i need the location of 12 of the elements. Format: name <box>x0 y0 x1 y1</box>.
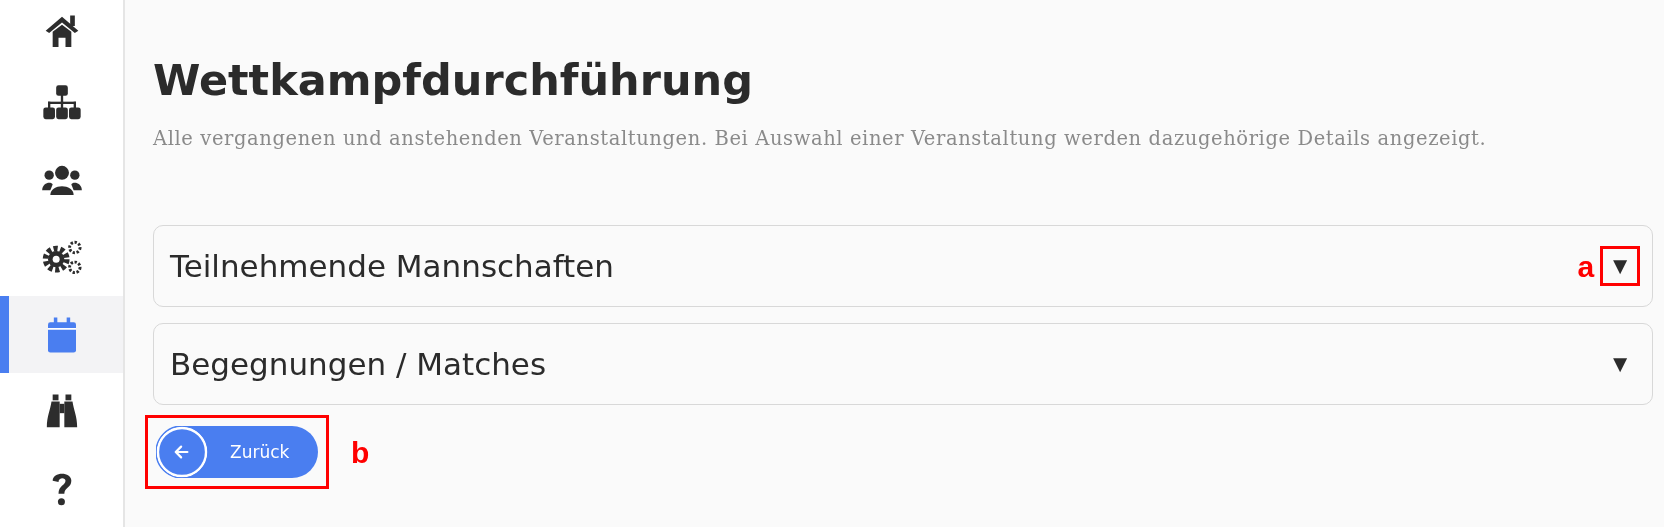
accordion-title: Teilnehmende Mannschaften <box>170 247 614 286</box>
page-title: Wettkampfdurchführung <box>153 54 754 107</box>
accordion-header[interactable]: Begegnungen / Matches ▼ <box>153 323 1653 406</box>
expand-toggle[interactable]: ▼ <box>1600 246 1640 287</box>
accordion-header[interactable]: Teilnehmende Mannschaften a ▼ <box>153 225 1653 308</box>
back-button[interactable]: Zurück <box>156 426 318 479</box>
accordion-title: Begegnungen / Matches <box>170 345 547 384</box>
arrow-left-icon <box>156 426 208 479</box>
page-subtitle: Alle vergangenen und anstehenden Veranstaltungen. Bei Auswahl einer Veranstaltung werden dazugehörige Details angezeigt. <box>153 126 1488 152</box>
annotation-label: b <box>351 434 370 471</box>
annotation-label: a <box>1577 248 1595 285</box>
expand-toggle[interactable]: ▼ <box>1600 344 1640 385</box>
